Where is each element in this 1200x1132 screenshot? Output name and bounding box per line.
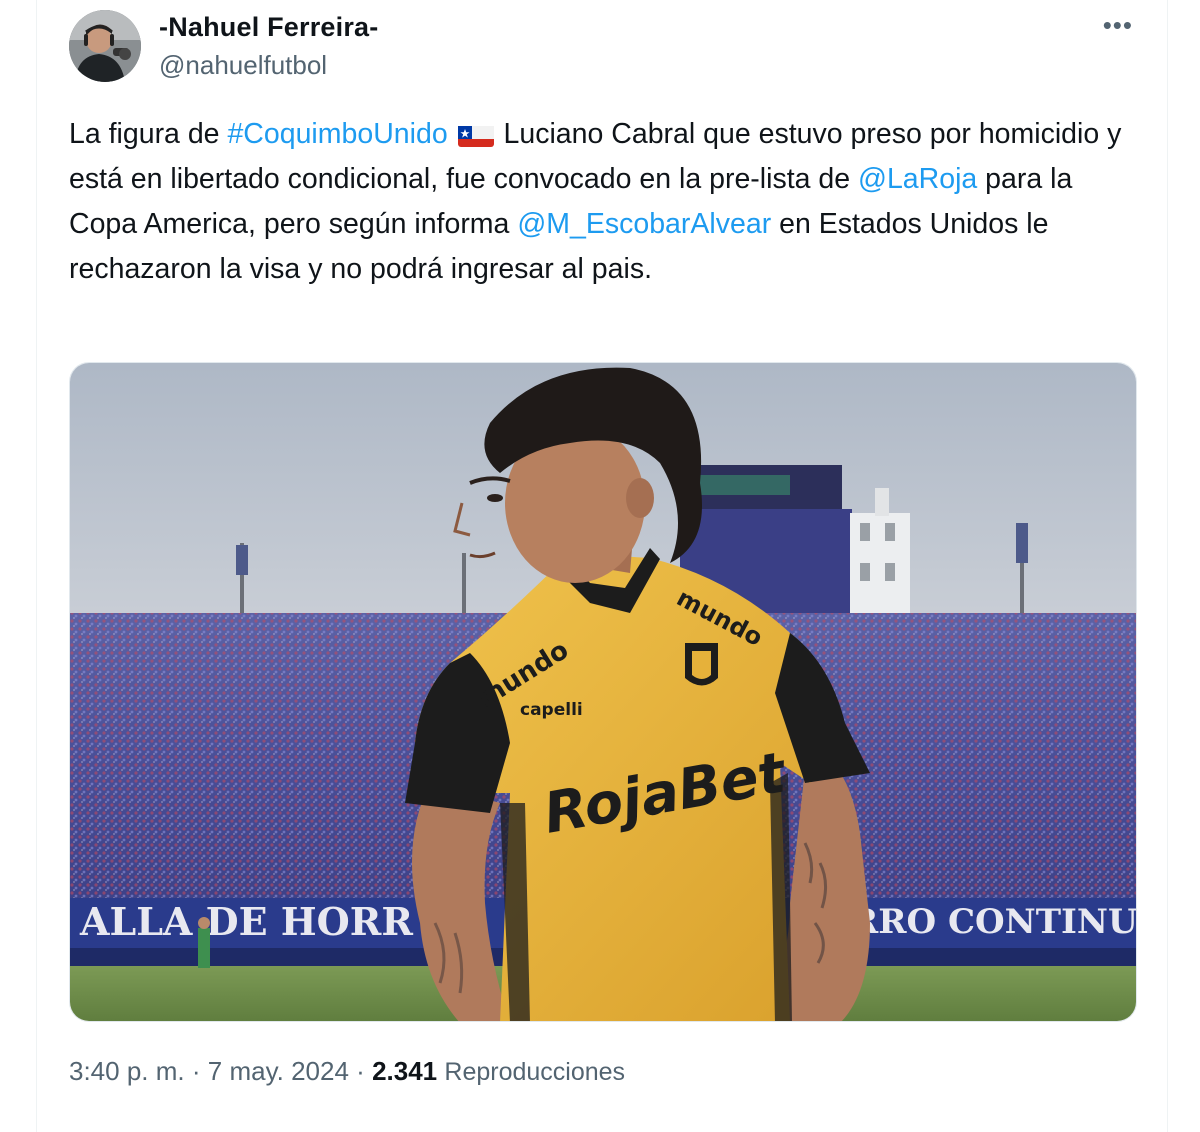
jersey-brand: capelli <box>520 700 583 720</box>
mention-link-escobar[interactable]: @M_EscobarAlvear <box>517 208 771 240</box>
hashtag-link[interactable]: #CoquimboUnido <box>227 118 447 150</box>
views-count: 2.341 <box>372 1056 438 1086</box>
views-label: Reproducciones <box>444 1058 626 1086</box>
banner-text-right: RRO CONTINUA <box>850 902 1137 942</box>
stadium-photo: ALLA DE HORR RRO CONTINUA mundo mundo ca… <box>70 363 1137 1021</box>
meta-separator: · <box>356 1056 365 1086</box>
tweet-body: La figura de #CoquimboUnido Luciano Cabr… <box>69 112 1129 292</box>
tweet-card: -Nahuel Ferreira- @nahuelfutbol ••• La f… <box>36 0 1168 1132</box>
banner-text-left: ALLA DE HORR <box>79 899 413 944</box>
mention-link-laroja[interactable]: @LaRoja <box>858 163 977 195</box>
tweet-media-photo[interactable]: ALLA DE HORR RRO CONTINUA mundo mundo ca… <box>69 362 1137 1022</box>
tweet-text-part: La figura de <box>69 118 228 150</box>
tweet-date[interactable]: 7 may. 2024 <box>208 1056 349 1086</box>
avatar-photo <box>69 10 141 82</box>
author-avatar[interactable] <box>69 10 141 82</box>
more-horizontal-icon[interactable]: ••• <box>1103 12 1133 38</box>
tweet-time[interactable]: 3:40 p. m. <box>69 1056 185 1086</box>
author-name[interactable]: -Nahuel Ferreira- <box>159 12 378 43</box>
author-handle[interactable]: @nahuelfutbol <box>159 50 327 81</box>
tweet-meta: 3:40 p. m. · 7 may. 2024 · 2.341 Reprodu… <box>69 1056 625 1087</box>
meta-separator: · <box>191 1056 201 1086</box>
chile-flag-icon <box>457 121 494 147</box>
